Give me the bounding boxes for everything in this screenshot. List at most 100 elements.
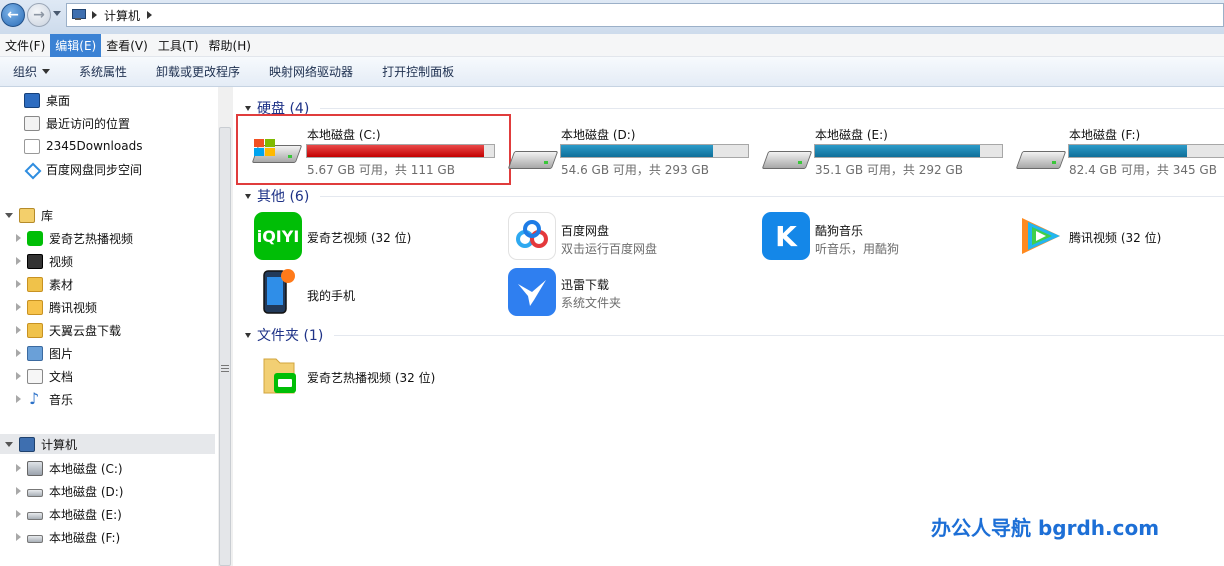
sidebar-item-tianyi-downloads[interactable]: 天翼云盘下载: [16, 320, 121, 340]
expand-arrow-icon[interactable]: [16, 464, 21, 472]
sidebar-item-label: 百度网盘同步空间: [46, 162, 143, 177]
folder-icon: [24, 138, 40, 154]
path-box[interactable]: 计算机: [66, 3, 1224, 27]
drive-name: 本地磁盘 (C:): [307, 128, 381, 142]
collapse-arrow-icon[interactable]: [5, 212, 13, 218]
sidebar-item-baidu-sync[interactable]: 百度网盘同步空间: [24, 159, 142, 179]
item-description: 听音乐，用酷狗: [815, 242, 900, 256]
item-name: 百度网盘: [561, 224, 610, 238]
collapse-arrow-icon[interactable]: [245, 332, 251, 338]
expand-arrow-icon[interactable]: [16, 487, 21, 495]
breadcrumb-computer[interactable]: 计算机: [104, 7, 140, 24]
sidebar-item-drive-e[interactable]: 本地磁盘 (E:): [16, 504, 122, 524]
item-kugou-music[interactable]: K 酷狗音乐 听音乐，用酷狗: [760, 209, 1010, 261]
drive-tile-f[interactable]: 本地磁盘 (F:) 82.4 GB 可用，共 345 GB: [1014, 122, 1224, 184]
address-bar: ← → 计算机: [0, 0, 1224, 34]
sidebar-item-recent-places[interactable]: 最近访问的位置: [24, 113, 130, 133]
drive-usage-bar: [814, 144, 1003, 158]
expand-arrow-icon[interactable]: [16, 349, 21, 357]
sidebar-item-drive-d[interactable]: 本地磁盘 (D:): [16, 481, 123, 501]
computer-icon: [19, 436, 35, 452]
map-network-drive-button[interactable]: 映射网络驱动器: [269, 63, 353, 80]
item-baidu-netdisk[interactable]: 百度网盘 双击运行百度网盘: [506, 209, 756, 261]
menu-file[interactable]: 文件(F): [0, 34, 50, 57]
tencent-video-app-icon: [1016, 212, 1064, 260]
drive-space: 35.1 GB 可用，共 292 GB: [815, 163, 963, 177]
expand-arrow-icon[interactable]: [16, 234, 21, 242]
folder-icon: [27, 276, 43, 292]
drive-tile-e[interactable]: 本地磁盘 (E:) 35.1 GB 可用，共 292 GB: [760, 122, 1010, 184]
chevron-right-icon[interactable]: [92, 11, 97, 19]
item-my-phone[interactable]: 我的手机: [248, 267, 498, 319]
item-iqiyi-folder[interactable]: 爱奇艺热播视频 (32 位): [248, 349, 498, 401]
menu-view[interactable]: 查看(V): [101, 34, 153, 57]
group-divider: [320, 196, 1224, 197]
navigation-pane: 桌面 最近访问的位置 2345Downloads 百度网盘同步空间 库 爱奇艺热…: [0, 87, 217, 566]
drive-usage-fill: [1069, 145, 1187, 157]
menu-edit[interactable]: 编辑(E): [50, 33, 102, 57]
collapse-arrow-icon[interactable]: [5, 441, 13, 447]
collapse-arrow-icon[interactable]: [245, 105, 251, 111]
sidebar-item-libraries[interactable]: 库: [5, 205, 53, 225]
sidebar-item-label: 本地磁盘 (C:): [49, 461, 123, 476]
sidebar-scrollbar-thumb[interactable]: [219, 127, 231, 566]
sidebar-item-materials[interactable]: 素材: [16, 274, 73, 294]
sidebar-item-label: 文档: [49, 369, 74, 384]
group-divider: [334, 335, 1224, 336]
sidebar-item-label: 视频: [49, 254, 74, 269]
item-xunlei[interactable]: 迅雷下载 系统文件夹: [506, 267, 756, 319]
drive-usage-bar: [560, 144, 749, 158]
drive-space: 5.67 GB 可用，共 111 GB: [307, 163, 455, 177]
organize-button[interactable]: 组织: [13, 63, 51, 80]
chevron-right-icon[interactable]: [147, 11, 153, 19]
sidebar-item-label: 2345Downloads: [46, 139, 143, 153]
sidebar-item-desktop[interactable]: 桌面: [24, 90, 70, 110]
sidebar-item-music[interactable]: 音乐: [16, 389, 73, 409]
item-description: 系统文件夹: [561, 296, 622, 310]
sidebar-item-documents[interactable]: 文档: [16, 366, 73, 386]
expand-arrow-icon[interactable]: [16, 372, 21, 380]
recent-pages-dropdown[interactable]: [53, 11, 61, 16]
sidebar-item-pictures[interactable]: 图片: [16, 343, 73, 363]
drive-usage-fill: [307, 145, 485, 157]
item-name: 酷狗音乐: [815, 224, 864, 238]
expand-arrow-icon[interactable]: [16, 303, 21, 311]
collapse-arrow-icon[interactable]: [245, 193, 251, 199]
expand-arrow-icon[interactable]: [16, 257, 21, 265]
sidebar-item-label: 桌面: [46, 93, 71, 108]
expand-arrow-icon[interactable]: [16, 510, 21, 518]
sidebar-item-computer[interactable]: 计算机: [0, 434, 215, 454]
sidebar-item-label: 最近访问的位置: [46, 116, 131, 131]
uninstall-programs-button[interactable]: 卸载或更改程序: [156, 63, 240, 80]
item-tencent-video[interactable]: 腾讯视频 (32 位): [1014, 209, 1224, 261]
drive-tile-d[interactable]: 本地磁盘 (D:) 54.6 GB 可用，共 293 GB: [506, 122, 756, 184]
sidebar-item-2345downloads[interactable]: 2345Downloads: [24, 136, 142, 156]
sidebar-item-drive-c[interactable]: 本地磁盘 (C:): [16, 458, 123, 478]
drive-usage-bar: [306, 144, 495, 158]
sidebar-item-label: 天翼云盘下载: [49, 323, 122, 338]
sidebar-item-tencent-video[interactable]: 腾讯视频: [16, 297, 97, 317]
back-button[interactable]: ←: [1, 3, 25, 27]
item-iqiyi-video[interactable]: iQIYI 爱奇艺视频 (32 位): [248, 209, 498, 261]
menu-help[interactable]: 帮助(H): [204, 34, 256, 57]
system-properties-button[interactable]: 系统属性: [79, 63, 127, 80]
expand-arrow-icon[interactable]: [16, 533, 21, 541]
sidebar-item-videos[interactable]: 视频: [16, 251, 73, 271]
expand-arrow-icon[interactable]: [16, 280, 21, 288]
expand-arrow-icon[interactable]: [16, 395, 21, 403]
expand-arrow-icon[interactable]: [16, 326, 21, 334]
hard-drive-icon: [27, 535, 43, 543]
forward-button[interactable]: →: [27, 3, 51, 27]
sidebar-item-label: 库: [41, 208, 54, 223]
group-divider: [320, 108, 1224, 109]
organize-label: 组织: [13, 65, 38, 79]
item-name: 我的手机: [307, 289, 356, 303]
sidebar-item-drive-f[interactable]: 本地磁盘 (F:): [16, 527, 120, 547]
item-name: 腾讯视频 (32 位): [1069, 231, 1162, 245]
group-header-folders[interactable]: 文件夹 (1): [234, 325, 323, 345]
group-header-other[interactable]: 其他 (6): [234, 186, 309, 206]
drive-tile-c[interactable]: 本地磁盘 (C:) 5.67 GB 可用，共 111 GB: [248, 122, 510, 184]
open-control-panel-button[interactable]: 打开控制面板: [382, 63, 454, 80]
menu-tools[interactable]: 工具(T): [153, 34, 204, 57]
sidebar-item-iqiyi-videos[interactable]: 爱奇艺热播视频: [16, 228, 133, 248]
